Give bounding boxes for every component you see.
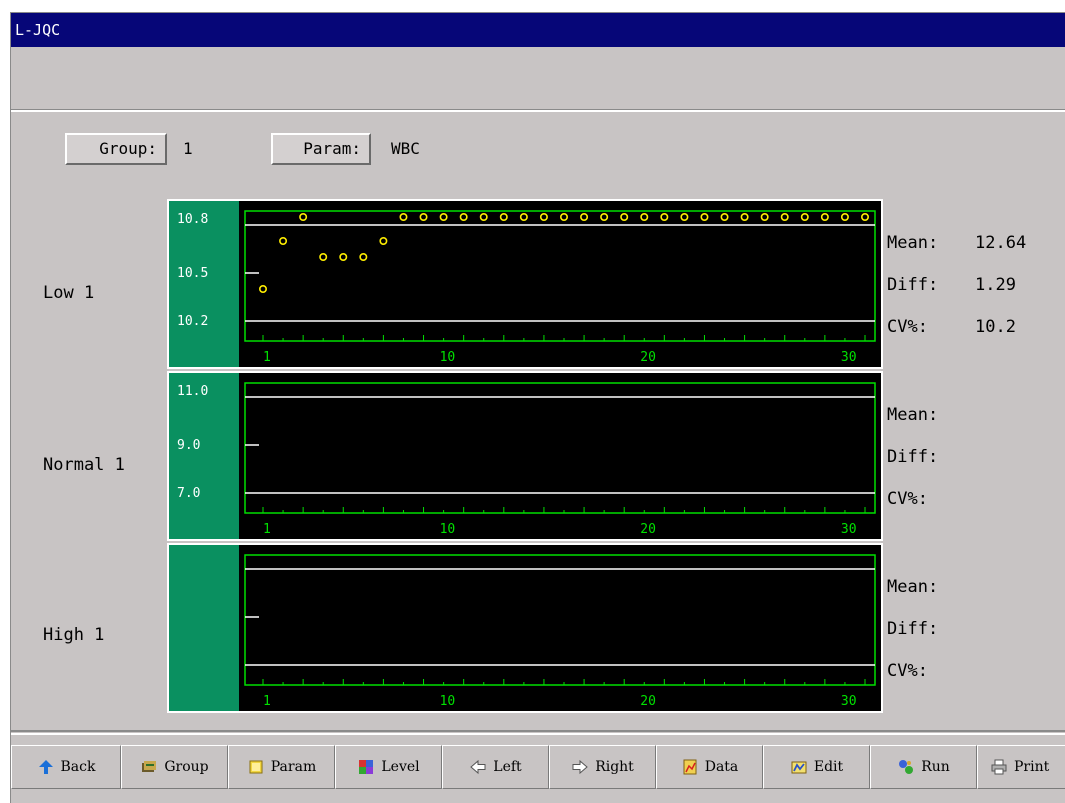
plot-area	[239, 201, 881, 367]
y-tick-label: 10.8	[177, 212, 208, 227]
diff-label: Diff:	[887, 275, 939, 295]
x-tick-label: 10	[440, 350, 456, 365]
bottom-toolbar: Back Group Param Level Left Right Data E…	[11, 730, 1065, 803]
group-toolbar-button[interactable]: Group	[121, 745, 228, 789]
left-label: Left	[493, 759, 522, 775]
print-icon	[991, 759, 1007, 775]
param-button[interactable]: Param:	[271, 133, 371, 165]
run-icon	[899, 760, 914, 774]
back-button[interactable]: Back	[11, 745, 121, 789]
data-button[interactable]: Data	[656, 745, 763, 789]
group-button[interactable]: Group:	[65, 133, 167, 165]
cv-label: CV%:	[887, 489, 928, 509]
run-label: Run	[921, 759, 950, 775]
window-title: L-JQC	[11, 13, 1065, 47]
main-window: L-JQC Group: 1 Param: WBC Low 1 1 10 20 30 1…	[10, 12, 1065, 803]
x-tick-label: 10	[440, 694, 456, 709]
qc-chart-normal[interactable]: 1 10 20 30 11.0 9.0 7.0	[167, 371, 883, 541]
y-tick-label: 9.0	[177, 438, 200, 453]
group-icon	[142, 761, 157, 772]
data-label: Data	[704, 759, 739, 775]
x-tick-label: 1	[263, 522, 271, 537]
plot-area	[239, 373, 881, 539]
y-tick-label: 7.0	[177, 486, 200, 501]
mean-label: Mean:	[887, 233, 939, 253]
y-tick-panel	[169, 545, 239, 711]
diff-label: Diff:	[887, 447, 939, 467]
edit-label: Edit	[813, 759, 844, 775]
cv-value: 10.2	[975, 317, 1016, 337]
x-tick-label: 1	[263, 350, 271, 365]
left-button[interactable]: Left	[442, 745, 549, 789]
group-value: 1	[183, 139, 193, 158]
param-value: WBC	[391, 139, 420, 158]
level-icon	[359, 760, 374, 774]
x-tick-label: 30	[841, 522, 857, 537]
diff-label: Diff:	[887, 619, 939, 639]
data-icon	[683, 759, 697, 775]
x-tick-label: 20	[640, 350, 656, 365]
y-tick-label: 10.2	[177, 314, 208, 329]
level-label-normal: Normal 1	[43, 455, 125, 475]
group-label: Group	[164, 759, 209, 775]
back-arrow-icon	[38, 760, 53, 774]
plot-area	[239, 545, 881, 711]
cv-label: CV%:	[887, 661, 928, 681]
qc-chart-high[interactable]: 1 10 20 30	[167, 543, 883, 713]
back-label: Back	[60, 759, 96, 775]
left-arrow-icon	[470, 759, 486, 775]
right-button[interactable]: Right	[549, 745, 656, 789]
y-tick-label: 11.0	[177, 384, 208, 399]
right-arrow-icon	[572, 759, 588, 775]
edit-button[interactable]: Edit	[763, 745, 870, 789]
x-tick-label: 1	[263, 694, 271, 709]
mean-label: Mean:	[887, 405, 939, 425]
diff-value: 1.29	[975, 275, 1016, 295]
level-toolbar-button[interactable]: Level	[335, 745, 442, 789]
y-tick-label: 10.5	[177, 266, 208, 281]
print-button[interactable]: Print	[977, 745, 1065, 789]
level-label-low: Low 1	[43, 283, 95, 303]
x-tick-label: 30	[841, 350, 857, 365]
edit-icon	[791, 761, 807, 774]
param-icon	[249, 760, 263, 774]
print-label: Print	[1014, 759, 1050, 775]
level-label-high: High 1	[43, 625, 105, 645]
x-tick-label: 10	[440, 522, 456, 537]
param-toolbar-button[interactable]: Param	[228, 745, 335, 789]
level-label: Level	[381, 759, 420, 775]
mean-value: 12.64	[975, 233, 1027, 253]
run-button[interactable]: Run	[870, 745, 977, 789]
qc-chart-low[interactable]: 1 10 20 30 10.8 10.5 10.2	[167, 199, 883, 369]
x-tick-label: 20	[640, 522, 656, 537]
param-label: Param	[270, 759, 317, 775]
x-tick-label: 20	[640, 694, 656, 709]
x-tick-label: 30	[841, 694, 857, 709]
right-label: Right	[595, 759, 634, 775]
mean-label: Mean:	[887, 577, 939, 597]
cv-label: CV%:	[887, 317, 928, 337]
header-divider	[11, 109, 1065, 112]
